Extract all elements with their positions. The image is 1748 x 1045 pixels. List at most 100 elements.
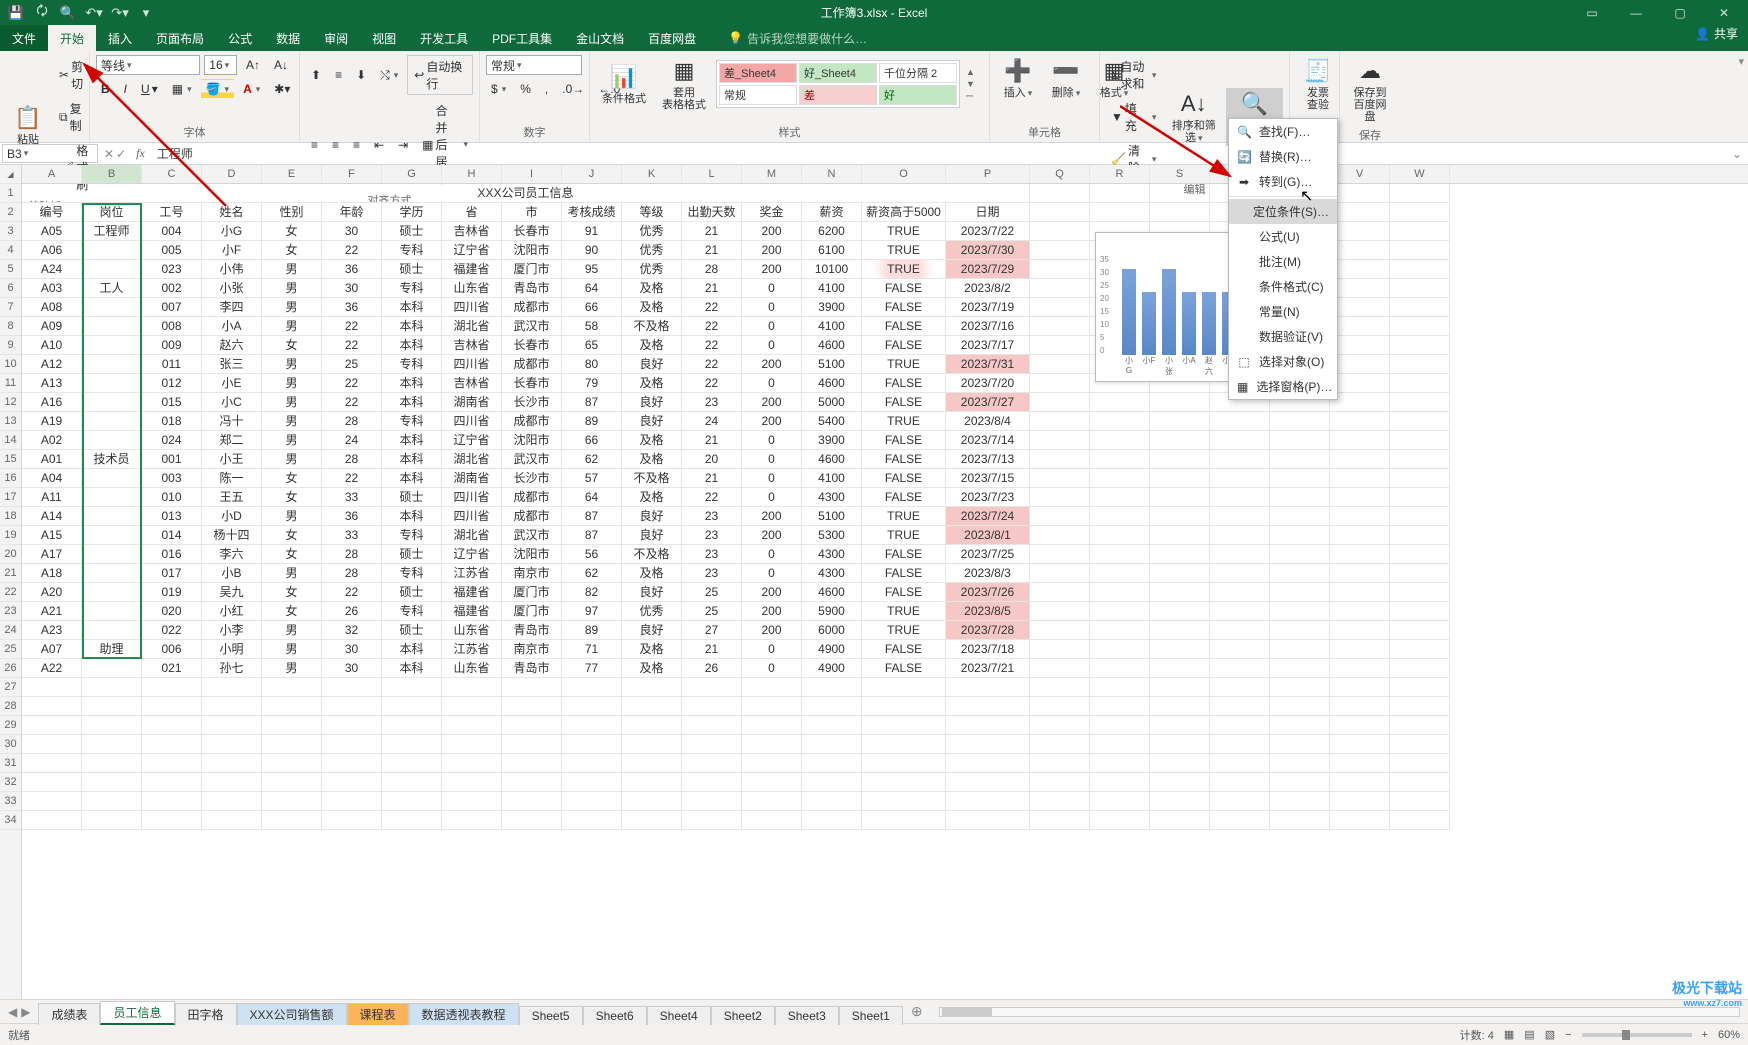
cell[interactable]: 良好 [622, 412, 682, 431]
cell[interactable]: 本科 [382, 507, 442, 526]
cell[interactable]: 男 [262, 279, 322, 298]
cell[interactable]: 女 [262, 336, 322, 355]
cell[interactable]: 女 [262, 526, 322, 545]
cell[interactable]: 良好 [622, 393, 682, 412]
cell[interactable]: 4100 [802, 469, 862, 488]
customize-qat-icon[interactable]: ▾ [138, 5, 154, 21]
cell[interactable]: 男 [262, 374, 322, 393]
cell[interactable] [82, 469, 142, 488]
cell[interactable] [1390, 450, 1450, 469]
cell[interactable]: 6000 [802, 621, 862, 640]
align-left-icon[interactable]: ≡ [306, 135, 323, 155]
cell[interactable]: FALSE [862, 640, 946, 659]
maximize-button[interactable]: ▢ [1662, 1, 1698, 25]
cell[interactable]: 2023/7/18 [946, 640, 1030, 659]
cell[interactable]: 男 [262, 659, 322, 678]
cell[interactable]: 及格 [622, 450, 682, 469]
cell[interactable]: 专科 [382, 412, 442, 431]
cell[interactable]: 0 [742, 336, 802, 355]
cell[interactable] [1150, 583, 1210, 602]
colhdr-M[interactable]: M [742, 165, 802, 183]
cell[interactable] [1210, 469, 1270, 488]
align-center-icon[interactable]: ≡ [327, 135, 344, 155]
cell[interactable]: 男 [262, 564, 322, 583]
colhdr-J[interactable]: J [562, 165, 622, 183]
cell[interactable] [1390, 393, 1450, 412]
cell[interactable]: 3900 [802, 431, 862, 450]
cell[interactable]: 女 [262, 488, 322, 507]
cell[interactable]: 002 [142, 279, 202, 298]
cell[interactable]: 4600 [802, 374, 862, 393]
cell[interactable]: 22 [322, 317, 382, 336]
orientation-icon[interactable]: ⤭ [375, 65, 403, 86]
header-cell[interactable] [1030, 203, 1090, 222]
cell[interactable]: 女 [262, 222, 322, 241]
refresh-icon[interactable]: 🗘 [34, 5, 50, 21]
cell[interactable]: 30 [322, 279, 382, 298]
cell[interactable]: 4900 [802, 640, 862, 659]
cell[interactable] [1390, 298, 1450, 317]
cell[interactable] [1030, 659, 1090, 678]
cell[interactable] [1090, 393, 1150, 412]
cell[interactable]: 28 [322, 545, 382, 564]
cell[interactable]: 019 [142, 583, 202, 602]
colhdr-H[interactable]: H [442, 165, 502, 183]
cell[interactable]: 6100 [802, 241, 862, 260]
cell[interactable]: FALSE [862, 393, 946, 412]
cell[interactable] [1330, 222, 1390, 241]
cell[interactable] [1030, 602, 1090, 621]
cell[interactable]: 2023/7/31 [946, 355, 1030, 374]
cell[interactable]: 四川省 [442, 488, 502, 507]
cell[interactable] [82, 241, 142, 260]
tell-me-search[interactable]: 💡 告诉我您想要做什么… [728, 25, 867, 51]
cell[interactable]: 5900 [802, 602, 862, 621]
cell[interactable] [1390, 241, 1450, 260]
align-top-icon[interactable]: ⬆ [306, 65, 326, 85]
menu-页面布局[interactable]: 页面布局 [144, 25, 216, 51]
cell[interactable]: 小C [202, 393, 262, 412]
cell[interactable]: 湖北省 [442, 317, 502, 336]
cell[interactable]: 小A [202, 317, 262, 336]
cell[interactable]: 10100 [802, 260, 862, 279]
cell[interactable]: 6200 [802, 222, 862, 241]
cell[interactable] [1030, 526, 1090, 545]
cell[interactable]: 66 [562, 431, 622, 450]
zoom-level[interactable]: 60% [1718, 1029, 1740, 1041]
cell[interactable] [1030, 222, 1090, 241]
cell[interactable] [1090, 659, 1150, 678]
minimize-button[interactable]: — [1618, 1, 1654, 25]
cell[interactable]: 本科 [382, 317, 442, 336]
sheet-tab-成绩表[interactable]: 成绩表 [38, 1003, 100, 1025]
menu-金山文档[interactable]: 金山文档 [564, 25, 636, 51]
cell[interactable] [1150, 469, 1210, 488]
align-bottom-icon[interactable]: ⬇ [351, 65, 371, 85]
cell[interactable]: 87 [562, 526, 622, 545]
cell[interactable]: 020 [142, 602, 202, 621]
menu-文件[interactable]: 文件 [0, 25, 48, 51]
cell[interactable]: 陈一 [202, 469, 262, 488]
cell[interactable]: 女 [262, 545, 322, 564]
cell[interactable] [1390, 621, 1450, 640]
cell[interactable]: 2023/7/21 [946, 659, 1030, 678]
cell[interactable]: 009 [142, 336, 202, 355]
cell[interactable]: 2023/7/27 [946, 393, 1030, 412]
grid-rows[interactable]: XXX公司员工信息编号岗位工号姓名性别年龄学历省市考核成绩等级出勤天数奖金薪资薪… [22, 184, 1748, 830]
cell[interactable]: 长沙市 [502, 469, 562, 488]
cell[interactable] [1390, 469, 1450, 488]
cell[interactable]: TRUE [862, 526, 946, 545]
cell[interactable]: 长春市 [502, 336, 562, 355]
cell[interactable]: 022 [142, 621, 202, 640]
cell[interactable]: 张三 [202, 355, 262, 374]
cell[interactable]: 长春市 [502, 374, 562, 393]
cell[interactable]: 福建省 [442, 583, 502, 602]
cell[interactable]: 及格 [622, 374, 682, 393]
cell[interactable]: 冯十 [202, 412, 262, 431]
cell[interactable]: 及格 [622, 431, 682, 450]
cell[interactable] [1330, 545, 1390, 564]
cell[interactable]: 技术员 [82, 450, 142, 469]
cell[interactable]: 2023/7/24 [946, 507, 1030, 526]
cell[interactable]: 018 [142, 412, 202, 431]
cell[interactable]: 2023/8/4 [946, 412, 1030, 431]
cell[interactable]: 21 [682, 431, 742, 450]
colhdr-L[interactable]: L [682, 165, 742, 183]
